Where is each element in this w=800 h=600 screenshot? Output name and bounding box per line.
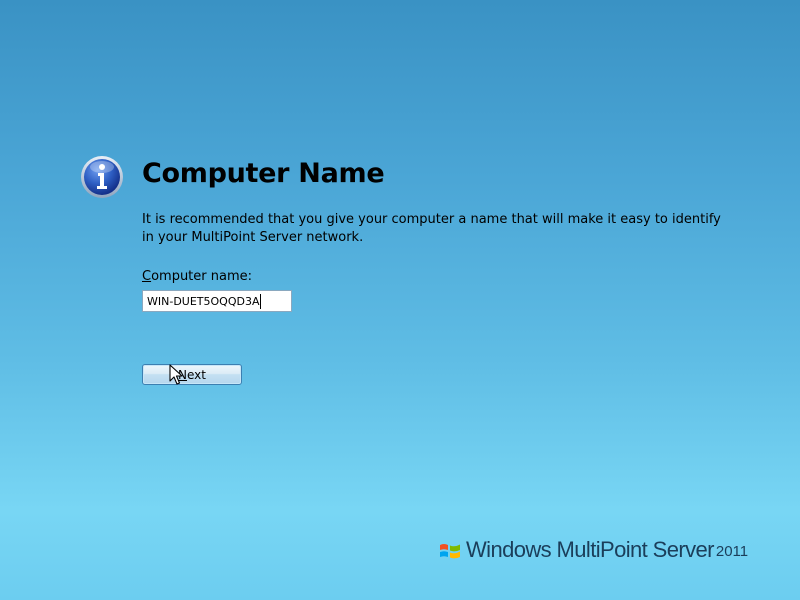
product-name: Windows MultiPoint Server [466, 537, 714, 562]
mouse-pointer-icon [169, 364, 183, 385]
description-text: It is recommended that you give your com… [142, 212, 721, 245]
text-caret [260, 294, 261, 309]
product-branding: Windows MultiPoint Server 2011 [438, 536, 748, 562]
windows-flag-icon [440, 544, 460, 559]
computer-name-input[interactable] [142, 290, 292, 312]
info-icon [81, 156, 123, 198]
page-title: Computer Name [142, 158, 385, 189]
next-button[interactable]: Next [142, 364, 242, 385]
computer-name-label: Computer name: [142, 269, 252, 284]
label-text: omputer name: [151, 269, 253, 284]
label-mnemonic: C [142, 269, 152, 284]
next-label: ext [187, 367, 206, 382]
product-year: 2011 [715, 543, 749, 560]
